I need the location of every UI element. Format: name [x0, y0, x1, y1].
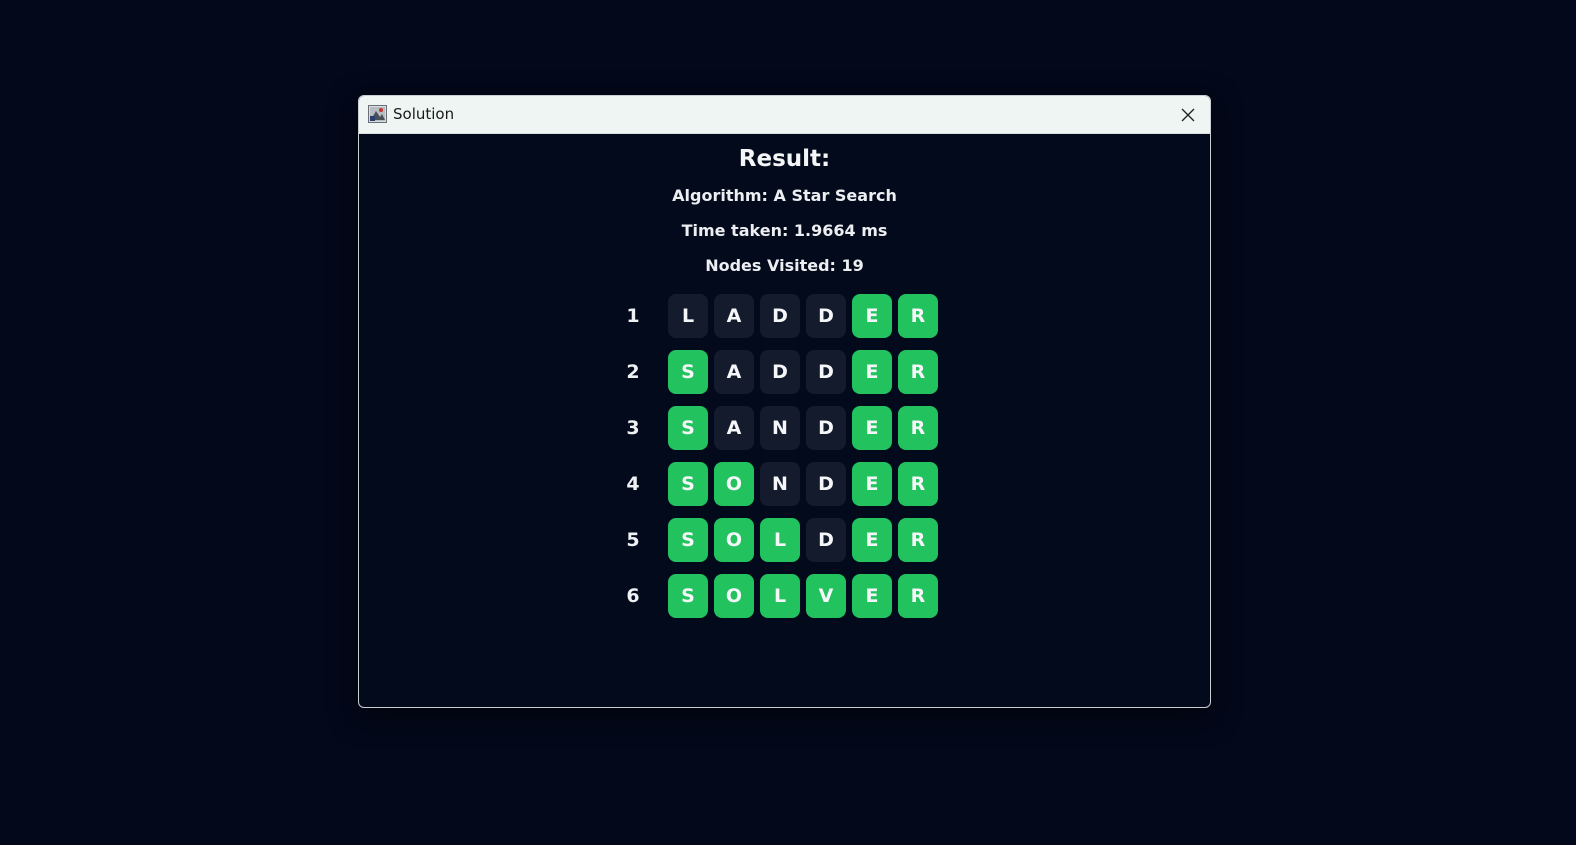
letter-tile-match: V	[806, 574, 846, 618]
letter-tile: D	[806, 518, 846, 562]
letter-tile: D	[806, 462, 846, 506]
letter-tile: D	[806, 406, 846, 450]
result-heading: Result:	[738, 146, 831, 172]
row-number: 3	[626, 417, 640, 439]
letter-tile-match: O	[714, 462, 754, 506]
letter-tile-match: R	[898, 350, 938, 394]
letter-tile: D	[760, 294, 800, 338]
letter-tile: N	[760, 406, 800, 450]
ladder-row: 1LADDER	[613, 294, 953, 338]
ladder-row: 3 SANDER	[613, 406, 953, 450]
letter-tile-match: E	[852, 350, 892, 394]
row-number: 4	[626, 473, 640, 495]
solution-window: Solution Result: Algorithm: A Star Searc…	[358, 95, 1211, 708]
letter-tile-match: E	[852, 518, 892, 562]
algorithm-label: Algorithm: A Star Search	[672, 186, 897, 205]
letter-tile: N	[760, 462, 800, 506]
letter-tile: A	[714, 350, 754, 394]
letter-tile-match: R	[898, 294, 938, 338]
letter-tile-match: R	[898, 462, 938, 506]
letter-tile-match: S	[668, 574, 708, 618]
letter-tile: D	[806, 294, 846, 338]
letter-tile: A	[714, 406, 754, 450]
letter-tile-match: S	[668, 462, 708, 506]
letter-tile: A	[714, 294, 754, 338]
title-bar: Solution	[359, 96, 1210, 134]
letter-tile: D	[760, 350, 800, 394]
letter-tile-match: O	[714, 518, 754, 562]
letter-tile-match: E	[852, 574, 892, 618]
letter-tile-match: S	[668, 350, 708, 394]
row-number: 1	[626, 305, 640, 327]
letter-tile-match: S	[668, 406, 708, 450]
letter-tile-match: O	[714, 574, 754, 618]
close-button[interactable]	[1166, 96, 1210, 133]
nodes-visited-label: Nodes Visited: 19	[705, 256, 864, 275]
letter-tile-match: L	[760, 574, 800, 618]
ladder-row: 6 SOLVER	[613, 574, 953, 618]
letter-tile: D	[806, 350, 846, 394]
ladder-row: 5 SOLDER	[613, 518, 953, 562]
letter-tile-match: R	[898, 406, 938, 450]
letter-tile-match: E	[852, 462, 892, 506]
ladder-row: 4 SONDER	[613, 462, 953, 506]
row-number: 6	[626, 585, 640, 607]
letter-tile-match: E	[852, 294, 892, 338]
window-title: Solution	[393, 105, 455, 123]
result-panel: Result: Algorithm: A Star Search Time ta…	[359, 134, 1210, 707]
ladder-row: 2SADDER	[613, 350, 953, 394]
app-icon	[368, 105, 387, 123]
row-number: 2	[626, 361, 640, 383]
time-taken-label: Time taken: 1.9664 ms	[681, 221, 888, 240]
letter-tile-match: L	[760, 518, 800, 562]
letter-tile-match: R	[898, 518, 938, 562]
letter-tile: L	[668, 294, 708, 338]
row-number: 5	[626, 529, 640, 551]
close-icon	[1181, 108, 1195, 121]
letter-tile-match: S	[668, 518, 708, 562]
letter-tile-match: E	[852, 406, 892, 450]
letter-tile-match: R	[898, 574, 938, 618]
